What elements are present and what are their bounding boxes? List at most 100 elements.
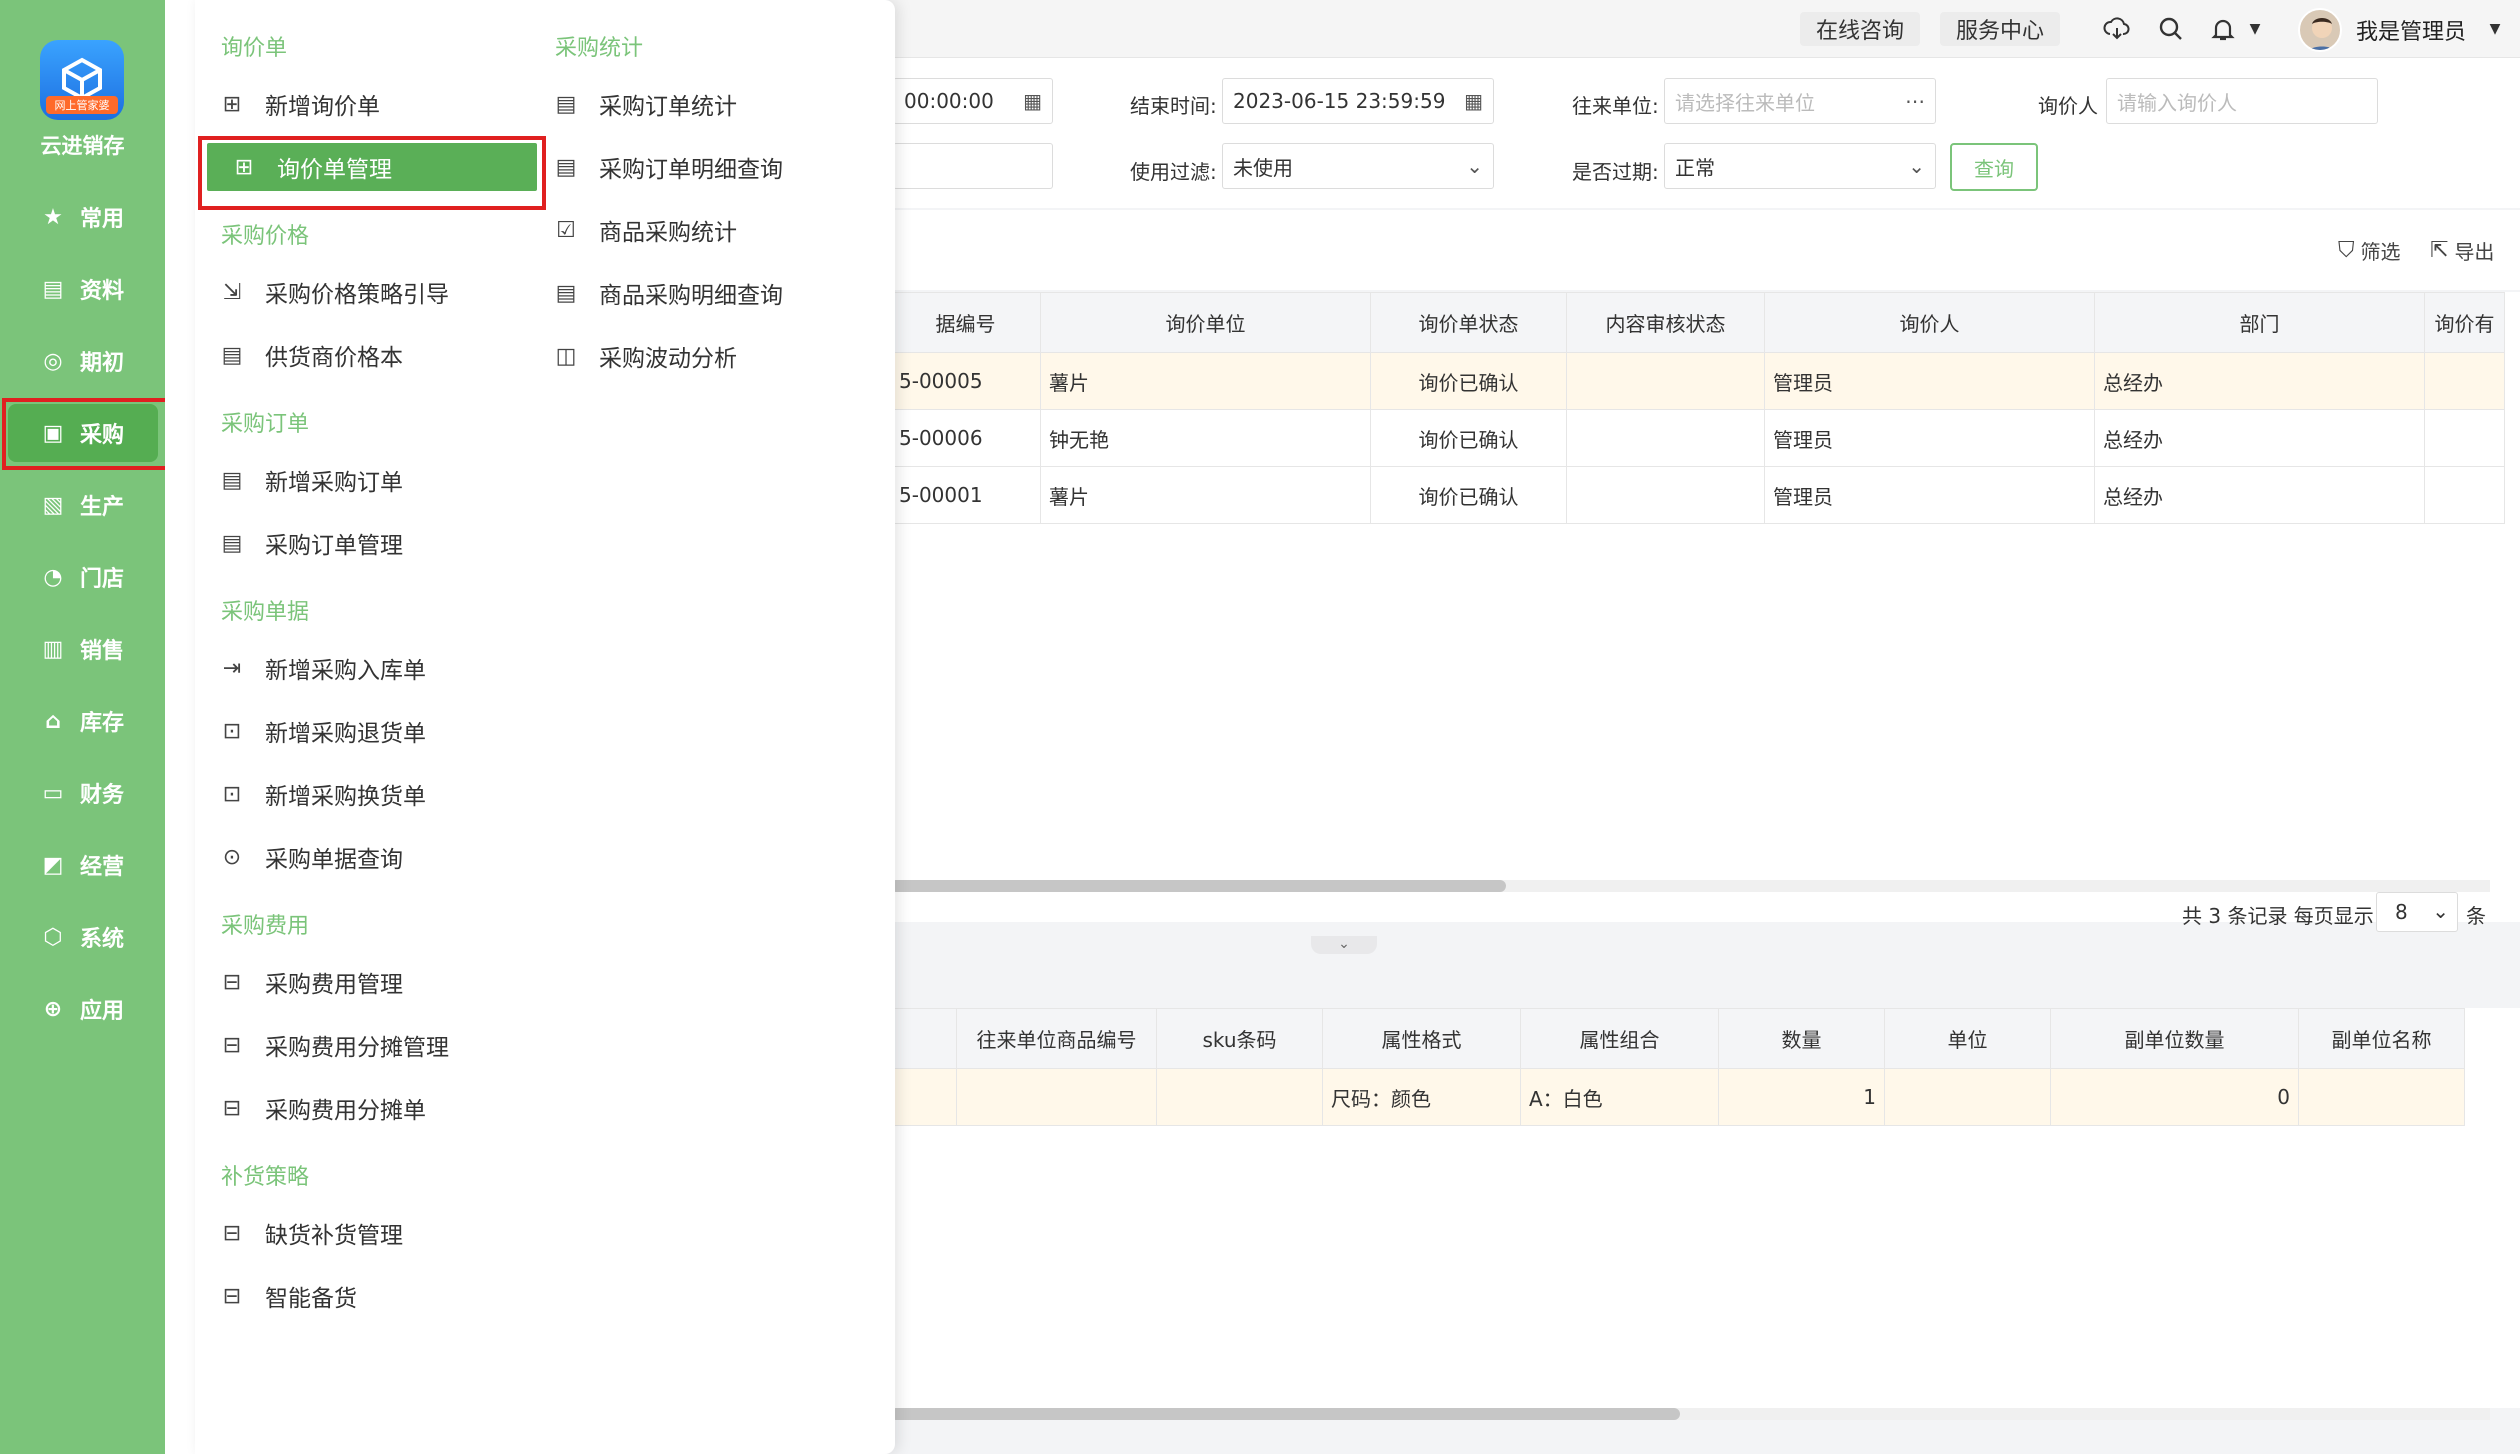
menu-item-label: 采购费用管理 <box>265 972 403 998</box>
detail-column-header[interactable]: 属性组合 <box>1520 1008 1719 1069</box>
menu-item[interactable]: ⇲ 采购价格策略引导 <box>195 268 449 316</box>
table-cell: 薯片 <box>1040 466 1371 524</box>
menu-item[interactable]: ⊟ 采购费用分摊单 <box>195 1084 426 1132</box>
menu-item[interactable]: ◫ 采购波动分析 <box>529 332 737 380</box>
table-cell: 薯片 <box>1040 352 1371 410</box>
detail-column-header[interactable]: 属性格式 <box>1322 1008 1521 1069</box>
column-header[interactable]: 部门 <box>2094 292 2425 353</box>
menu-item[interactable]: ▤ 商品采购明细查询 <box>529 269 783 317</box>
start-time-input[interactable]: 00:00:00 ▦ <box>893 78 1053 124</box>
sidebar-item-8[interactable]: ▭ 财务 <box>8 764 158 822</box>
page-size-select[interactable]: 8 ⌄ <box>2376 892 2458 932</box>
column-header[interactable]: 询价人 <box>1764 292 2095 353</box>
horizontal-scrollbar[interactable] <box>890 880 1506 892</box>
menu-item[interactable]: ⊡ 新增采购换货单 <box>195 770 426 818</box>
filter-button-label: 筛选 <box>2360 240 2401 264</box>
sidebar-item-2[interactable]: ◎ 期初 <box>8 332 158 390</box>
end-time-input[interactable]: 2023-06-15 23:59:59 ▦ <box>1222 78 1494 124</box>
sidebar-item-11[interactable]: ⊕ 应用 <box>8 980 158 1038</box>
filter-input-partial[interactable] <box>893 143 1053 189</box>
sidebar-item-10[interactable]: ⬡ 系统 <box>8 908 158 966</box>
detail-column-header[interactable]: 数量 <box>1718 1008 1885 1069</box>
detail-column-header[interactable]: 单位 <box>1884 1008 2051 1069</box>
menu-section-title: 采购单据 <box>221 600 310 625</box>
table-cell: 5-00001 <box>890 466 1041 524</box>
query-button[interactable]: 查询 <box>1950 143 2038 191</box>
user-name[interactable]: 我是管理员 <box>2356 14 2466 46</box>
column-header[interactable]: 内容审核状态 <box>1566 292 1765 353</box>
sidebar-item-7[interactable]: ⌂ 库存 <box>8 692 158 750</box>
detail-column-header[interactable]: 副单位数量 <box>2050 1008 2299 1069</box>
caret-down-icon[interactable]: ▼ <box>2240 14 2270 44</box>
menu-item[interactable]: ▤ 采购订单统计 <box>529 80 737 128</box>
sidebar-item-5[interactable]: ◔ 门店 <box>8 548 158 606</box>
column-header[interactable]: 据编号 <box>890 292 1041 353</box>
chart-icon: ◩ <box>42 852 64 878</box>
menu-item[interactable]: ▤ 供货商价格本 <box>195 331 403 379</box>
table-cell <box>2298 1068 2465 1126</box>
table-row[interactable]: 5-00006 钟无艳 询价已确认 管理员 总经办 <box>890 409 2505 467</box>
menu-item[interactable]: ⊞ 新增询价单 <box>195 80 380 128</box>
inquirer-placeholder: 请输入询价人 <box>2117 90 2237 115</box>
menu-item[interactable]: ▤ 新增采购订单 <box>195 456 403 504</box>
sidebar-item-9[interactable]: ◩ 经营 <box>8 836 158 894</box>
app-icon: ⊕ <box>43 996 63 1022</box>
more-icon[interactable]: ⋯ <box>1905 89 1925 113</box>
menu-item-label: 采购费用分摊单 <box>265 1098 426 1124</box>
sidebar-item-label: 财务 <box>80 783 125 808</box>
menu-item[interactable]: ⊡ 新增采购退货单 <box>195 707 426 755</box>
sidebar-item-6[interactable]: ▥ 销售 <box>8 620 158 678</box>
menu-item[interactable]: ⊙ 采购单据查询 <box>195 833 403 881</box>
avatar[interactable] <box>2298 8 2342 52</box>
chevron-down-icon: ⌄ <box>2432 899 2449 923</box>
detail-table-row[interactable]: 尺码：颜色 A：白色 1 0 <box>890 1068 2465 1126</box>
column-header[interactable]: 询价单位 <box>1040 292 1371 353</box>
menu-item[interactable]: ⊟ 智能备货 <box>195 1272 357 1320</box>
sidebar-item-4[interactable]: ▧ 生产 <box>8 476 158 534</box>
toolbar <box>890 210 2520 290</box>
sidebar-item-label: 库存 <box>80 711 125 736</box>
menu-item[interactable]: ⇥ 新增采购入库单 <box>195 644 426 692</box>
sidebar-item-1[interactable]: ▤ 资料 <box>8 260 158 318</box>
menu-item-label: 商品采购明细查询 <box>599 283 783 309</box>
menu-item-icon: ⇥ <box>222 655 242 681</box>
partner-input[interactable]: 请选择往来单位 ⋯ <box>1664 78 1936 124</box>
table-row[interactable]: 5-00005 薯片 询价已确认 管理员 总经办 <box>890 352 2505 410</box>
menu-item-icon: ◫ <box>555 343 577 369</box>
use-filter-select[interactable]: 未使用 ⌄ <box>1222 143 1494 189</box>
menu-item[interactable]: ⊟ 采购费用分摊管理 <box>195 1021 449 1069</box>
online-consult-link[interactable]: 在线咨询 <box>1800 12 1921 46</box>
end-time-value: 2023-06-15 23:59:59 <box>1233 89 1446 113</box>
export-button[interactable]: ⇱ 导出 <box>2430 236 2494 265</box>
menu-item-label: 采购订单统计 <box>599 94 737 120</box>
column-header[interactable]: 询价有 <box>2424 292 2505 353</box>
menu-item[interactable]: ⊟ 缺货补货管理 <box>195 1209 403 1257</box>
export-icon: ⇱ <box>2430 238 2449 263</box>
table-row[interactable]: 5-00001 薯片 询价已确认 管理员 总经办 <box>890 466 2505 524</box>
sidebar-item-0[interactable]: ★ 常用 <box>8 188 158 246</box>
calendar-icon: ▦ <box>1464 89 1483 113</box>
cloud-download-icon[interactable] <box>2102 14 2132 44</box>
table-cell: 管理员 <box>1764 466 2095 524</box>
collapse-handle[interactable]: ⌄ <box>1311 936 1377 954</box>
detail-column-header[interactable]: 副单位名称 <box>2298 1008 2465 1069</box>
column-header[interactable]: 询价单状态 <box>1370 292 1567 353</box>
detail-horizontal-scrollbar[interactable] <box>890 1408 1680 1420</box>
menu-item[interactable]: ⊟ 采购费用管理 <box>195 958 403 1006</box>
expired-select[interactable]: 正常 ⌄ <box>1664 143 1936 189</box>
page-size-value: 8 <box>2395 900 2408 924</box>
user-caret-icon[interactable]: ▼ <box>2480 14 2510 44</box>
filter-button[interactable]: ⛉ 筛选 <box>2338 236 2401 265</box>
bell-icon[interactable] <box>2208 14 2238 44</box>
detail-column-header[interactable]: 往来单位商品编号 <box>956 1008 1157 1069</box>
table-cell <box>1884 1068 2051 1126</box>
search-icon[interactable] <box>2156 14 2186 44</box>
detail-column-header[interactable]: sku条码 <box>1156 1008 1323 1069</box>
service-center-link[interactable]: 服务中心 <box>1940 12 2061 46</box>
inquirer-input[interactable]: 请输入询价人 <box>2106 78 2378 124</box>
top-bar: 在线咨询 服务中心 ▼ 我是管理员 ▼ <box>890 0 2520 58</box>
menu-item[interactable]: ☑ 商品采购统计 <box>529 206 737 254</box>
menu-item-icon: ⊟ <box>222 1283 242 1309</box>
menu-item[interactable]: ▤ 采购订单明细查询 <box>529 143 783 191</box>
menu-item[interactable]: ▤ 采购订单管理 <box>195 519 403 567</box>
